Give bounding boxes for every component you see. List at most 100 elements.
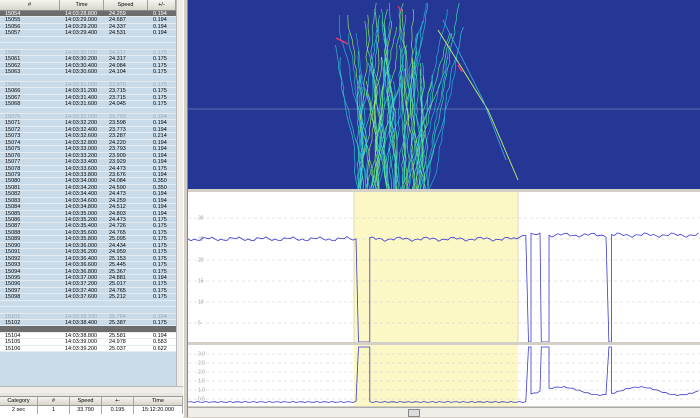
row-speed: 24.881 <box>109 274 126 281</box>
row-delta: 0.194 <box>153 191 167 197</box>
delta-panel[interactable]: 3.0 2.5 2.0 1.5 1.0 0.5 <box>188 345 700 406</box>
summary-time: 15:12:20.000 <box>134 406 183 414</box>
y-tick-label: 15 <box>198 279 204 285</box>
row-time: 14:03:35.400 <box>65 223 98 229</box>
row-speed: 24.959 <box>109 249 126 255</box>
row-speed: 24.978 <box>109 339 126 345</box>
row-delta <box>148 43 176 48</box>
row-time: 14:03:32.600 <box>65 133 98 139</box>
row-number: 15071 <box>5 120 21 126</box>
row-speed: 23.773 <box>109 126 126 133</box>
row-delta: 0.175 <box>153 88 167 94</box>
summary-header-delta: +- <box>102 397 134 405</box>
column-header-speed[interactable]: Speed <box>104 0 148 10</box>
row-speed: 25.212 <box>109 294 126 300</box>
summary-delta: 0.195 <box>102 406 134 414</box>
summary-speed: 33.790 <box>70 406 102 414</box>
row-speed <box>104 108 148 113</box>
y-tick-label: 2.0 <box>198 370 205 376</box>
row-number: 15083 <box>5 197 21 204</box>
table-header: # Time Speed +/- <box>0 0 176 11</box>
row-time: 14:03:29.200 <box>65 23 98 30</box>
row-speed: 24.590 <box>109 184 126 191</box>
row-delta: 0.194 <box>153 274 167 281</box>
row-delta: 0.194 <box>153 23 167 30</box>
row-time: 14:03:35.600 <box>65 229 98 236</box>
row-time: 14:03:34.800 <box>65 204 98 210</box>
row-speed: 25.153 <box>109 255 126 262</box>
row-number: 15091 <box>5 249 21 255</box>
summary-row[interactable]: 2 sec 1 33.790 0.195 15:12:20.000 <box>0 406 183 414</box>
row-delta: 0.175 <box>153 101 167 107</box>
row-time: 14:03:33.400 <box>65 159 98 165</box>
row-number: 15068 <box>5 101 21 107</box>
row-time <box>60 43 104 48</box>
trajectory-panel[interactable] <box>188 0 700 189</box>
row-delta: 0.175 <box>153 320 167 326</box>
row-delta: 0.175 <box>153 281 167 287</box>
row-delta: 0.194 <box>153 204 167 210</box>
row-delta: 0.194 <box>153 120 167 126</box>
row-number: 15080 <box>5 178 21 184</box>
speed-plot: 30252015105 <box>188 192 700 342</box>
row-speed: 23.793 <box>109 114 126 120</box>
row-delta: 0.175 <box>153 249 167 255</box>
row-number: 15081 <box>5 184 21 191</box>
row-time <box>60 75 104 80</box>
row-delta: 0.175 <box>153 229 167 236</box>
row-speed: 23.909 <box>109 152 126 159</box>
row-speed: 24.317 <box>109 49 126 56</box>
row-speed: 23.287 <box>109 133 126 139</box>
row-delta: 0.175 <box>153 62 167 68</box>
row-time: 14:03:33.600 <box>65 165 98 171</box>
row-time: 14:03:37.600 <box>65 294 98 300</box>
row-time: 14:03:31.600 <box>65 101 98 107</box>
row-delta <box>148 108 176 113</box>
row-speed: 25.445 <box>109 262 126 268</box>
data-table[interactable]: # Time Speed +/- 15054 14:03:28.800 24.259… <box>0 0 177 386</box>
table-row[interactable]: 15106 14:03:39.200 25.037 0.622 <box>0 345 176 353</box>
row-delta: 0.350 <box>153 178 167 184</box>
row-time: 14:03:30.200 <box>65 56 98 62</box>
row-delta <box>148 307 176 312</box>
table-vertical-scrollbar[interactable] <box>176 0 183 386</box>
y-tick-label: 1.5 <box>198 379 205 385</box>
row-delta: 0.175 <box>153 236 167 242</box>
row-speed: 24.104 <box>109 68 126 75</box>
trajectory-trace <box>339 56 359 189</box>
row-time: 14:03:32.800 <box>65 139 98 146</box>
column-header-number[interactable]: # <box>0 0 60 10</box>
row-time: 14:03:37.200 <box>65 281 98 287</box>
row-speed: 23.598 <box>109 120 126 126</box>
row-number: 15061 <box>5 56 21 62</box>
row-delta: 0.175 <box>153 294 167 300</box>
row-speed <box>104 301 148 306</box>
table-horizontal-scrollbar[interactable] <box>0 386 183 393</box>
row-time: 14:03:32.000 <box>65 114 98 120</box>
y-tick-label: 20 <box>198 258 204 264</box>
row-delta: 0.194 <box>153 159 167 165</box>
y-tick-label: 5 <box>198 321 201 327</box>
scrollbar-thumb[interactable] <box>408 409 420 417</box>
row-time: 14:03:29.000 <box>65 17 98 23</box>
row-delta: 0.175 <box>153 68 167 75</box>
row-delta: 0.350 <box>153 184 167 191</box>
speed-panel[interactable]: 30 25 20 15 10 5 <box>188 192 700 342</box>
row-delta: 0.194 <box>153 332 167 339</box>
row-time <box>60 37 104 42</box>
row-time: 14:03:38.800 <box>65 332 98 339</box>
row-time: 14:03:30.600 <box>65 68 98 75</box>
row-delta: 0.175 <box>153 49 167 56</box>
row-delta: 0.194 <box>153 11 167 17</box>
column-header-time[interactable]: Time <box>60 0 104 10</box>
row-speed: 24.084 <box>109 178 126 184</box>
row-speed: 24.045 <box>109 101 126 107</box>
row-number: 15056 <box>5 23 21 30</box>
chart-horizontal-scrollbar[interactable] <box>188 407 700 417</box>
row-delta: 0.194 <box>153 210 167 216</box>
y-tick-label: 30 <box>198 216 204 222</box>
row-time: 14:03:33.000 <box>65 146 98 152</box>
row-number: 15093 <box>5 262 21 268</box>
row-time: 14:03:32.400 <box>65 126 98 133</box>
column-header-delta[interactable]: +/- <box>148 0 176 10</box>
